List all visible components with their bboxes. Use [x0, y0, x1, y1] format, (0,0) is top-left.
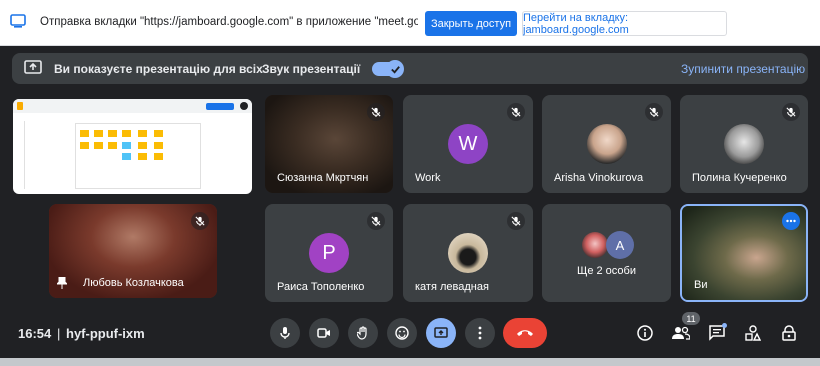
meeting-time: 16:54 — [18, 326, 52, 341]
avatar — [448, 233, 488, 273]
participant-name: Ви — [694, 279, 708, 291]
host-controls-button[interactable] — [778, 322, 800, 344]
participant-tile[interactable]: P Раиса Тополенко — [265, 204, 393, 302]
lock-person-icon — [782, 325, 796, 341]
participant-tile[interactable]: Сюзанна Мкртчян — [265, 95, 393, 193]
participant-tile[interactable]: Arisha Vinokurova — [542, 95, 671, 193]
more-vert-icon — [478, 326, 482, 340]
participant-name: Любовь Козлачкова — [83, 277, 184, 289]
emoji-icon — [395, 326, 409, 340]
avatar — [240, 102, 248, 110]
meeting-code: hyf-ppuf-ixm — [66, 326, 145, 341]
avatar: P — [309, 233, 349, 273]
sticky-note — [108, 142, 117, 149]
info-icon — [637, 325, 653, 341]
cast-icon — [10, 14, 26, 28]
present-screen-icon — [24, 60, 42, 74]
present-screen-icon — [434, 327, 448, 338]
presentation-status: Ви показуєте презентацію для всіх — [54, 62, 263, 76]
participant-name: Сюзанна Мкртчян — [277, 172, 369, 184]
sticky-note — [154, 142, 163, 149]
sticky-note — [154, 130, 163, 137]
present-button[interactable] — [426, 318, 456, 348]
sticky-note — [80, 130, 89, 137]
mic-off-icon — [191, 212, 209, 230]
more-participants-tile[interactable]: A Ще 2 особи — [542, 204, 671, 302]
avatar — [724, 124, 764, 164]
sticky-note — [108, 130, 117, 137]
people-icon — [672, 326, 690, 340]
shapes-icon — [745, 325, 761, 341]
mic-off-icon — [367, 212, 385, 230]
sticky-note — [94, 142, 103, 149]
os-taskbar — [0, 358, 820, 366]
participants-button[interactable] — [670, 322, 692, 344]
stop-sharing-button[interactable]: Закрыть доступ — [425, 11, 517, 36]
stop-presenting-link[interactable]: Зупинити презентацію — [681, 62, 805, 76]
sticky-note — [122, 142, 131, 149]
notification-dot — [722, 323, 727, 328]
avatar: A — [606, 231, 634, 259]
sticky-note — [94, 130, 103, 137]
activities-button[interactable] — [742, 322, 764, 344]
meeting-details-button[interactable] — [634, 322, 656, 344]
mic-off-icon — [367, 103, 385, 121]
avatar: W — [448, 124, 488, 164]
switch-to-tab-button[interactable]: Перейти на вкладку: jamboard.google.com — [522, 11, 727, 36]
participant-name: Раиса Тополенко — [277, 281, 365, 293]
mic-off-icon — [782, 103, 800, 121]
jamboard-share-button — [206, 103, 234, 110]
chat-button[interactable] — [706, 322, 728, 344]
participant-name: Arisha Vinokurova — [554, 172, 644, 184]
raise-hand-button[interactable] — [348, 318, 378, 348]
presentation-sound-label: Звук презентації — [262, 62, 361, 76]
more-options-icon[interactable] — [782, 212, 800, 230]
sticky-note — [80, 142, 89, 149]
microphone-icon — [280, 327, 290, 339]
jamboard-canvas — [75, 123, 201, 189]
presentation-sound-toggle[interactable] — [372, 60, 404, 78]
tab-sharing-infobar: Отправка вкладки "https://jamboard.googl… — [0, 0, 820, 46]
presentation-preview[interactable] — [13, 99, 252, 194]
leave-call-button[interactable] — [503, 318, 547, 348]
mic-off-icon — [507, 212, 525, 230]
sharing-message: Отправка вкладки "https://jamboard.googl… — [40, 16, 418, 28]
participant-tile[interactable]: W Work — [403, 95, 533, 193]
phone-hangup-icon — [517, 330, 533, 336]
participant-name: Work — [415, 172, 441, 184]
participant-tile[interactable]: катя левадная — [403, 204, 533, 302]
self-tile[interactable]: Ви — [680, 204, 808, 302]
check-icon — [386, 60, 404, 78]
sticky-note — [154, 153, 163, 160]
camera-icon — [317, 328, 330, 338]
jamboard-logo-icon — [17, 102, 23, 110]
meeting-controls: 16:54 | hyf-ppuf-ixm 11 — [0, 312, 820, 354]
sticky-note — [122, 130, 131, 137]
participant-tile[interactable]: Полина Кучеренко — [680, 95, 808, 193]
jamboard-side-toolbar — [16, 121, 25, 189]
participant-name: Полина Кучеренко — [692, 172, 787, 184]
presentation-bar: Ви показуєте презентацію для всіх Звук п… — [12, 53, 808, 84]
participant-tile[interactable]: Любовь Козлачкова — [49, 204, 217, 298]
avatar — [582, 232, 608, 258]
sticky-note — [122, 153, 131, 160]
mic-off-icon — [507, 103, 525, 121]
sticky-note — [138, 130, 147, 137]
camera-button[interactable] — [309, 318, 339, 348]
more-participants-label: Ще 2 особи — [577, 265, 636, 277]
separator: | — [57, 326, 61, 341]
microphone-button[interactable] — [270, 318, 300, 348]
pin-icon — [55, 276, 69, 289]
sticky-note — [138, 142, 147, 149]
sticky-note — [138, 153, 147, 160]
hand-icon — [357, 326, 367, 340]
mic-off-icon — [645, 103, 663, 121]
more-options-button[interactable] — [465, 318, 495, 348]
participant-name: катя левадная — [415, 281, 489, 293]
avatar — [587, 124, 627, 164]
reactions-button[interactable] — [387, 318, 417, 348]
